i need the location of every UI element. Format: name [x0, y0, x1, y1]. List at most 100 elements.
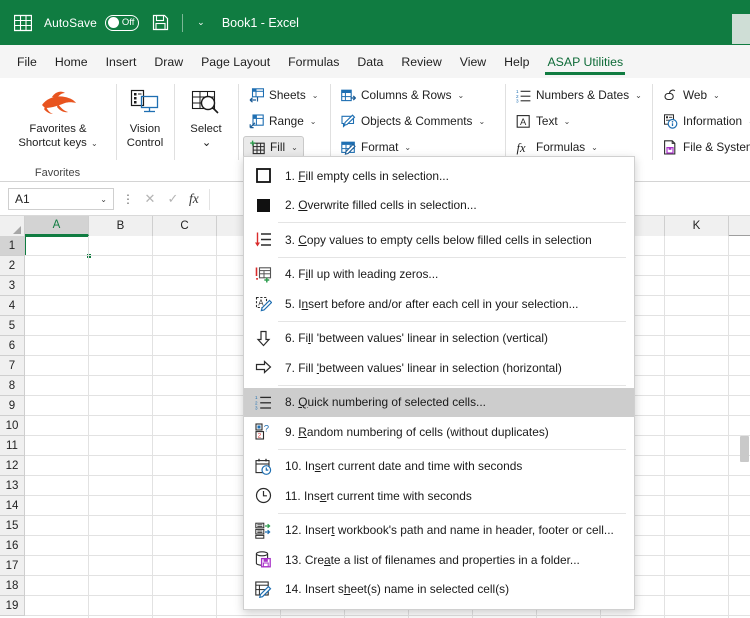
chevron-down-icon: ⌄ [713, 90, 720, 100]
fill-menu-item-12[interactable]: 12. Insert workbook's path and name in h… [244, 516, 634, 546]
row-header-10[interactable]: 10 [0, 416, 25, 436]
formulas-button[interactable]: fx Formulas ⌄ [510, 136, 603, 158]
excel-logo-icon [14, 14, 32, 32]
row-header-17[interactable]: 17 [0, 556, 25, 576]
ribbon-group-label-favorites: Favorites [34, 167, 81, 179]
row-header-1[interactable]: 1 [0, 236, 25, 256]
row-header-16[interactable]: 16 [0, 536, 25, 556]
vertical-dots-icon[interactable]: ⋮ [122, 193, 134, 205]
row-header-6[interactable]: 6 [0, 336, 25, 356]
tab-file[interactable]: File [8, 51, 46, 73]
fill-menu-item-14[interactable]: 14. Insert sheet(s) name in selected cel… [244, 575, 634, 605]
tab-review[interactable]: Review [392, 51, 450, 73]
tab-help[interactable]: Help [495, 51, 538, 73]
grid-line-vertical [152, 236, 153, 618]
vision-control-button[interactable]: Vision Control [119, 81, 171, 150]
row-header-8[interactable]: 8 [0, 376, 25, 396]
fill-menu-item-11[interactable]: 11. Insert current time with seconds [244, 481, 634, 511]
fill-menu-item-13[interactable]: 13. Create a list of filenames and prope… [244, 545, 634, 575]
insert-around-icon: A [254, 294, 273, 313]
select-button[interactable]: Select ⌄ [179, 81, 233, 150]
fill-dropdown-menu[interactable]: 1. Fill empty cells in selection... 2. Ov… [243, 156, 635, 610]
row-header-12[interactable]: 12 [0, 456, 25, 476]
fill-menu-item-8[interactable]: 1 2 3 8. Quick numbering of selected cells.… [244, 387, 634, 417]
sheets-button[interactable]: Sheets ⌄ [243, 84, 323, 106]
sheets-button-label: Sheets [269, 88, 306, 102]
row-header-15[interactable]: 15 [0, 516, 25, 536]
row-header-11[interactable]: 11 [0, 436, 25, 456]
row-header-7[interactable]: 7 [0, 356, 25, 376]
column-header-K[interactable]: K [665, 216, 729, 236]
chevron-down-icon: ⌄ [563, 116, 571, 126]
save-icon[interactable] [152, 14, 169, 31]
ribbon-group-divider [238, 84, 239, 160]
column-header-B[interactable]: B [89, 216, 153, 236]
name-box[interactable]: A1 ⌄ [8, 188, 114, 210]
ribbon-group-divider [505, 84, 506, 160]
row-header-4[interactable]: 4 [0, 296, 25, 316]
fill-menu-item-5[interactable]: A 5. Insert before and/or after each cell… [244, 289, 634, 319]
row-header-2[interactable]: 2 [0, 256, 25, 276]
tab-data[interactable]: Data [348, 51, 392, 73]
cancel-icon[interactable]: ✕ [143, 191, 157, 207]
row-header-18[interactable]: 18 [0, 576, 25, 596]
fill-menu-item-9[interactable]: 2? 9. Random numbering of cells (without … [244, 417, 634, 447]
fill-menu-item-6[interactable]: 6. Fill 'between values' linear in selec… [244, 324, 634, 354]
fill-handle[interactable] [86, 253, 92, 259]
columns-rows-button[interactable]: Columns & Rows ⌄ [335, 84, 469, 106]
column-header-A[interactable]: A [25, 216, 89, 236]
text-button-label: Text [536, 114, 558, 128]
fill-button[interactable]: Fill ⌄ [243, 136, 304, 158]
fill-menu-item-10[interactable]: 10. Insert current date and time with se… [244, 452, 634, 482]
tab-view[interactable]: View [451, 51, 495, 73]
row-header-14[interactable]: 14 [0, 496, 25, 516]
tab-draw[interactable]: Draw [145, 51, 192, 73]
text-button[interactable]: A Text ⌄ [510, 110, 575, 132]
fill-menu-item-3[interactable]: 3. Copy values to empty cells below fill… [244, 225, 634, 255]
vertical-scrollbar[interactable] [739, 236, 750, 618]
window-controls-area[interactable] [732, 14, 750, 44]
svg-text:2: 2 [258, 433, 262, 440]
objects-comments-button[interactable]: Objects & Comments ⌄ [335, 110, 490, 132]
tab-formulas[interactable]: Formulas [279, 51, 348, 73]
vision-control-icon [130, 81, 160, 123]
fill-menu-item-4[interactable]: 4. Fill up with leading zeros... [244, 260, 634, 290]
tab-insert[interactable]: Insert [97, 51, 146, 73]
column-header-C[interactable]: C [153, 216, 217, 236]
web-button-label: Web [683, 88, 708, 102]
autosave-toggle[interactable]: Off [104, 14, 139, 31]
range-button[interactable]: Range ⌄ [243, 110, 321, 132]
row-header-13[interactable]: 13 [0, 476, 25, 496]
vertical-scrollbar-thumb[interactable] [740, 436, 749, 462]
chevron-down-icon[interactable]: ⌄ [100, 195, 107, 204]
fill-menu-item-1[interactable]: 1. Fill empty cells in selection... [244, 161, 634, 191]
information-button[interactable]: Information ⌄ [657, 110, 750, 132]
fill-menu-item-2[interactable]: 2. Overwrite filled cells in selection..… [244, 191, 634, 221]
tab-page-layout[interactable]: Page Layout [192, 51, 279, 73]
autosave-toggle-knob [107, 17, 119, 28]
menu-separator [278, 384, 626, 386]
favorites-shortcut-keys-button[interactable]: Favorites & Shortcut keys ⌄ [10, 81, 106, 150]
file-system-button-label: File & System [683, 140, 750, 154]
chevron-down-icon[interactable]: ⌄ [194, 17, 208, 28]
ribbon-group-vision-control: Vision Control [117, 78, 173, 182]
menu-separator [278, 256, 626, 258]
format-button[interactable]: Format ⌄ [335, 136, 416, 158]
confirm-icon[interactable]: ✓ [166, 191, 180, 207]
tab-home[interactable]: Home [46, 51, 97, 73]
svg-text:?: ? [264, 424, 269, 435]
fx-icon[interactable]: fx [189, 191, 199, 207]
web-button[interactable]: Web ⌄ [657, 84, 725, 106]
numbers-dates-button[interactable]: 1 2 3 Numbers & Dates ⌄ [510, 84, 647, 106]
row-header-5[interactable]: 5 [0, 316, 25, 336]
row-header-9[interactable]: 9 [0, 396, 25, 416]
select-icon [191, 81, 221, 123]
objects-comments-button-label: Objects & Comments [361, 114, 473, 128]
row-header-19[interactable]: 19 [0, 596, 25, 616]
fill-menu-item-7[interactable]: 7. Fill 'between values' linear in selec… [244, 353, 634, 383]
active-cell-A1[interactable] [25, 236, 92, 259]
select-all-corner[interactable] [0, 216, 25, 236]
row-header-3[interactable]: 3 [0, 276, 25, 296]
file-system-button[interactable]: File & System ⌄ [657, 136, 750, 158]
tab-asap-utilities[interactable]: ASAP Utilities [538, 51, 632, 75]
